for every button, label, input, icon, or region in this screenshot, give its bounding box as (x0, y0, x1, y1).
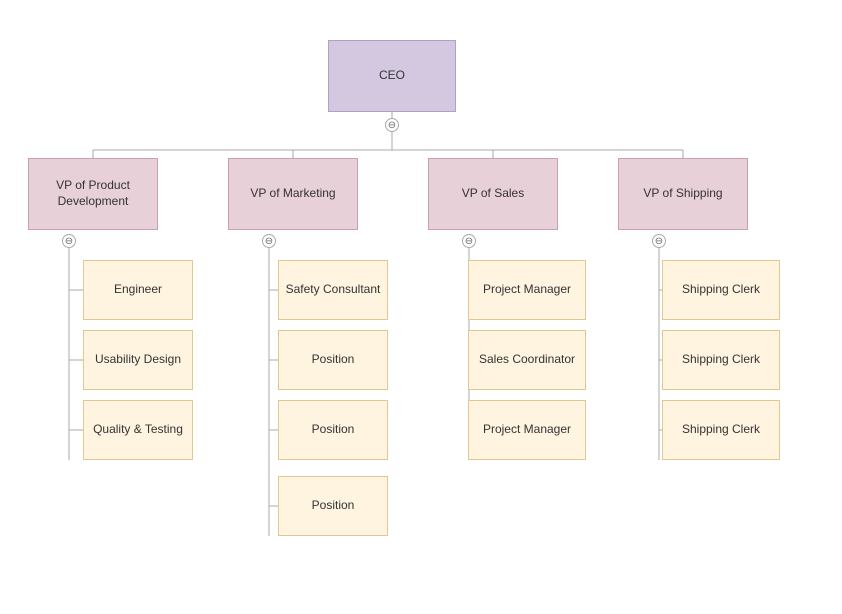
shipping-clerk-1-node: Shipping Clerk (662, 260, 780, 320)
vp-marketing-collapse-btn[interactable]: ⊖ (262, 234, 276, 248)
marketing-position-3-node: Position (278, 476, 388, 536)
org-chart: CEO ⊖ VP of Product Development ⊖ Engine… (0, 0, 842, 614)
vp-product-collapse-btn[interactable]: ⊖ (62, 234, 76, 248)
vp-marketing-node: VP of Marketing (228, 158, 358, 230)
vp-product-collapse-icon: ⊖ (65, 236, 73, 247)
shipping-clerk-2-node: Shipping Clerk (662, 330, 780, 390)
vp-sales-node: VP of Sales (428, 158, 558, 230)
vp-sales-label: VP of Sales (462, 186, 524, 202)
shipping-clerk-3-node: Shipping Clerk (662, 400, 780, 460)
quality-testing-node: Quality & Testing (83, 400, 193, 460)
vp-product-label: VP of Product Development (35, 178, 151, 209)
vp-shipping-collapse-icon: ⊖ (655, 236, 663, 247)
marketing-position-2-node: Position (278, 400, 388, 460)
project-manager-1-node: Project Manager (468, 260, 586, 320)
project-manager-2-node: Project Manager (468, 400, 586, 460)
marketing-position-1-node: Position (278, 330, 388, 390)
sales-coordinator-node: Sales Coordinator (468, 330, 586, 390)
engineer-node: Engineer (83, 260, 193, 320)
vp-sales-collapse-icon: ⊖ (465, 236, 473, 247)
vp-marketing-collapse-icon: ⊖ (265, 236, 273, 247)
vp-shipping-collapse-btn[interactable]: ⊖ (652, 234, 666, 248)
ceo-node: CEO (328, 40, 456, 112)
vp-marketing-label: VP of Marketing (250, 186, 335, 202)
vp-sales-collapse-btn[interactable]: ⊖ (462, 234, 476, 248)
ceo-collapse-btn[interactable]: ⊖ (385, 118, 399, 132)
vp-product-node: VP of Product Development (28, 158, 158, 230)
usability-design-node: Usability Design (83, 330, 193, 390)
vp-shipping-node: VP of Shipping (618, 158, 748, 230)
ceo-label: CEO (379, 68, 405, 84)
safety-consultant-node: Safety Consultant (278, 260, 388, 320)
vp-shipping-label: VP of Shipping (643, 186, 722, 202)
ceo-collapse-icon: ⊖ (388, 120, 396, 131)
